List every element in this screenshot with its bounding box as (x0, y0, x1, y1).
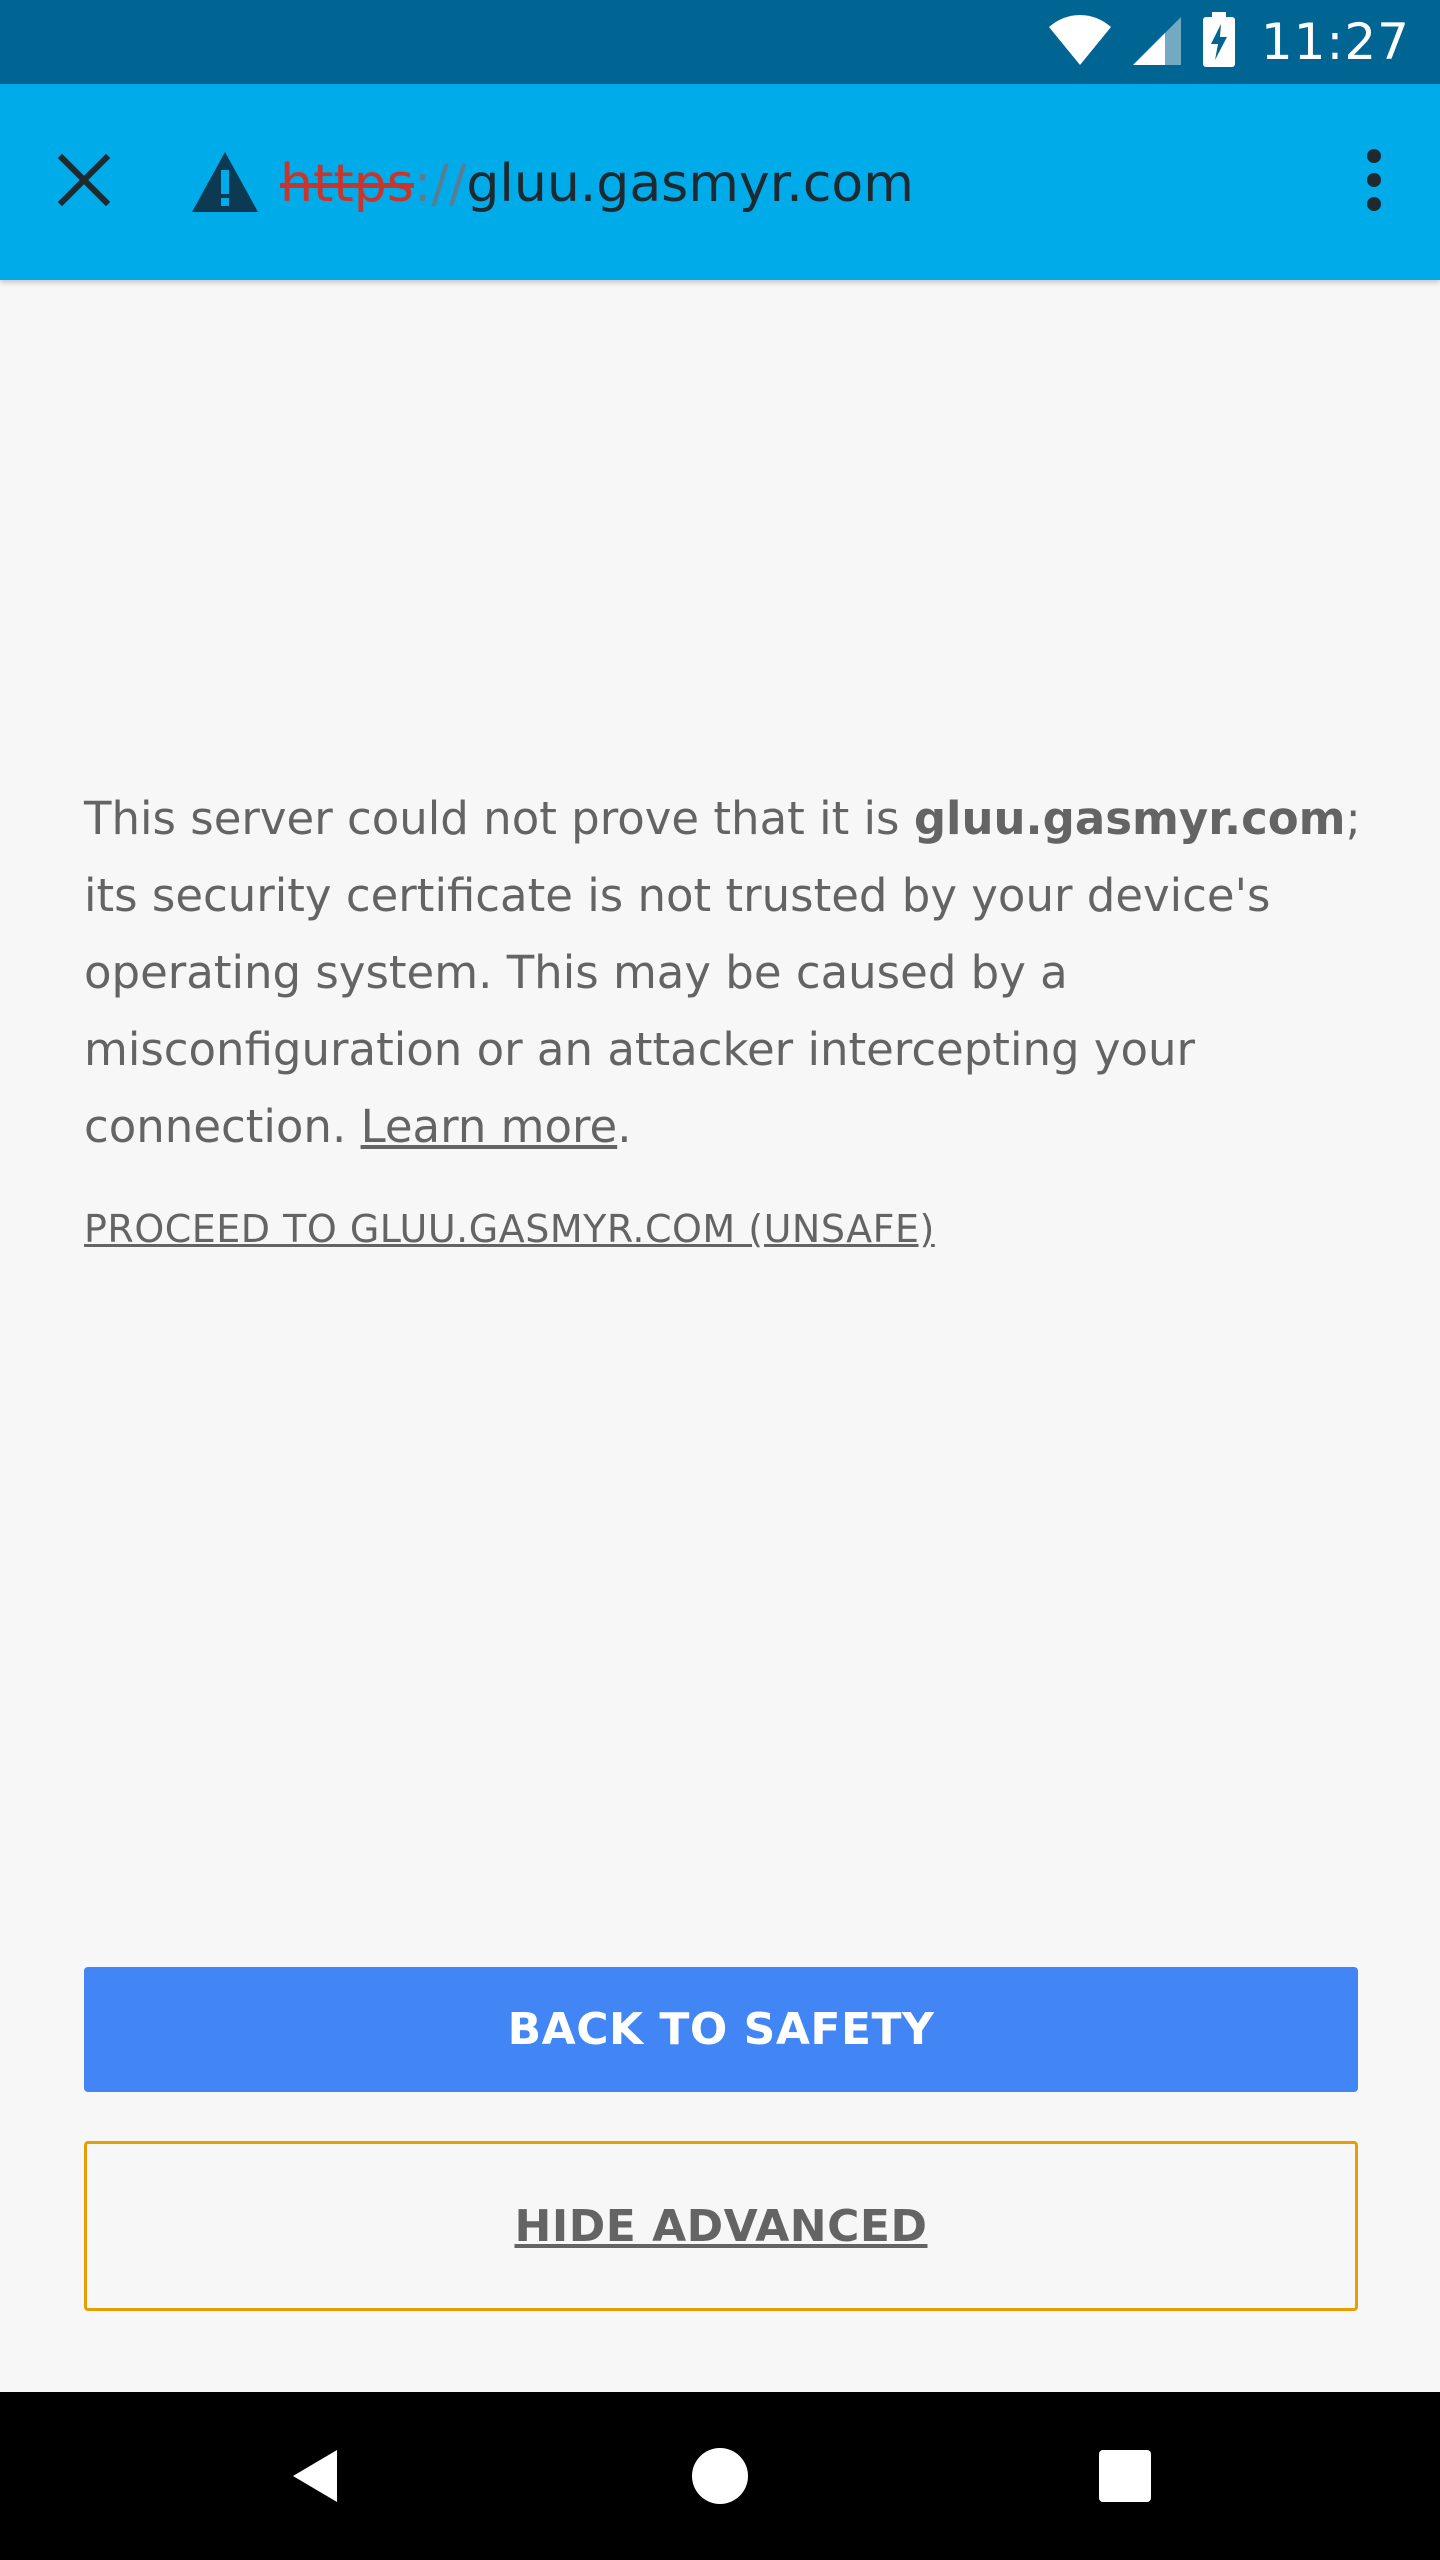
battery-charging-icon (1201, 12, 1237, 72)
hide-advanced-button[interactable]: HIDE ADVANCED (84, 2141, 1358, 2311)
wifi-icon (1047, 13, 1113, 71)
learn-more-link[interactable]: Learn more (361, 1100, 618, 1153)
home-icon (692, 2448, 748, 2504)
navigation-bar (0, 2392, 1440, 2560)
more-vert-dot (1367, 197, 1381, 211)
url-host: gluu.gasmyr.com (466, 154, 914, 214)
recents-button[interactable] (1065, 2392, 1185, 2560)
explanation-text-2: ; its security certificate is not truste… (84, 792, 1361, 1153)
more-vert-icon (1367, 149, 1381, 163)
url-scheme: https (280, 154, 414, 214)
recents-icon (1099, 2450, 1151, 2502)
explanation-host: gluu.gasmyr.com (913, 792, 1346, 845)
close-icon (58, 154, 110, 206)
back-to-safety-button[interactable]: BACK TO SAFETY (84, 1967, 1358, 2092)
proceed-unsafe-link[interactable]: PROCEED TO GLUU.GASMYR.COM (UNSAFE) (84, 1207, 935, 1251)
browser-toolbar: https://gluu.gasmyr.com (0, 84, 1440, 280)
close-button[interactable] (44, 140, 124, 220)
status-icons: 11:27 (1047, 0, 1410, 84)
back-button[interactable] (255, 2392, 375, 2560)
warning-icon (192, 152, 258, 212)
home-button[interactable] (660, 2392, 780, 2560)
more-options-button[interactable] (1334, 140, 1414, 220)
more-vert-dot (1367, 173, 1381, 187)
explanation-text-1: This server could not prove that it is (84, 792, 914, 845)
status-time: 11:27 (1260, 13, 1410, 71)
url-bar[interactable]: https://gluu.gasmyr.com (280, 144, 914, 224)
status-bar: 11:27 (0, 0, 1440, 84)
url-separator: :// (413, 154, 467, 214)
explanation-period: . (617, 1100, 632, 1153)
interstitial-content: This server could not prove that it is g… (84, 780, 1374, 1251)
cell-signal-icon (1131, 13, 1183, 71)
back-icon (293, 2450, 337, 2502)
explanation-paragraph: This server could not prove that it is g… (84, 780, 1374, 1165)
